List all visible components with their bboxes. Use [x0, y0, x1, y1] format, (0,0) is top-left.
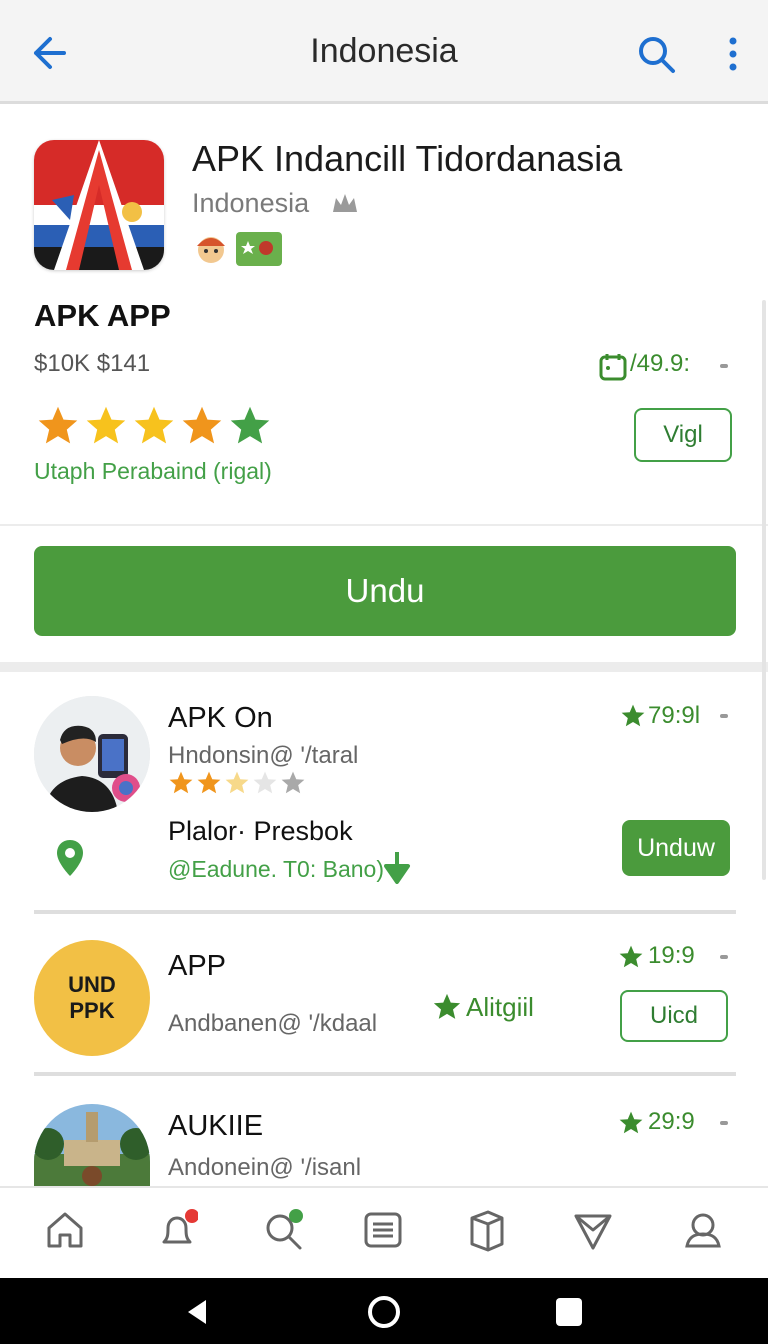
bottom-navigation [0, 1186, 768, 1278]
game-badge-icon [236, 232, 282, 266]
list-item-subtitle: Hndonsin@ '/taral [168, 742, 359, 769]
scrollbar[interactable] [762, 300, 766, 880]
star-icon [86, 406, 126, 444]
app-header-card: APK Indancill Tidordanasia Indonesia APK… [0, 114, 768, 526]
star-icon [230, 406, 270, 444]
price-text: $10K $141 [34, 350, 151, 377]
star-icon [182, 406, 222, 444]
install-button[interactable]: Uicd [620, 990, 728, 1042]
list-icon[interactable] [362, 1208, 404, 1252]
search-icon[interactable] [634, 32, 680, 78]
section-divider [0, 662, 768, 672]
list-item-rating: 29:9 [648, 1108, 695, 1135]
download-button[interactable]: Undu [34, 546, 736, 636]
star-icon [197, 771, 221, 794]
app-subtitle: Indonesia [192, 188, 310, 218]
date-text: /49.9: [630, 350, 691, 377]
place-detail: @Eadune. T0: Bano) [168, 856, 385, 882]
vigl-button[interactable]: Vigl [634, 408, 732, 462]
system-back-icon[interactable] [184, 1298, 210, 1326]
system-home-icon[interactable] [368, 1296, 400, 1328]
list-item-rating: 79:9l [648, 702, 701, 729]
list-item-subtitle: Andbanen@ '/kdaal [168, 1010, 378, 1037]
app-icon[interactable] [34, 140, 164, 270]
divider [34, 910, 736, 914]
app-label: APK APP [34, 298, 171, 333]
list-item-title: APP [168, 950, 227, 982]
arrow-down-icon [384, 852, 410, 884]
avatar-text-line2: PPK [69, 998, 115, 1023]
app-title: APK Indancill Tidordanasia [192, 138, 623, 179]
system-recents-icon[interactable] [556, 1298, 582, 1326]
place-name: Plalor· Presbok [168, 816, 353, 846]
download-section: Undu [0, 528, 768, 662]
list-item-subtitle: Andonein@ '/isanl [168, 1154, 362, 1181]
list-item-title: AUKIIE [168, 1110, 264, 1142]
notifications-icon[interactable] [156, 1208, 198, 1252]
rating-caption: Utaph Perabaind (rigal) [34, 458, 272, 484]
list-item-title: APK On [168, 702, 273, 734]
character-badge-icon [197, 237, 225, 263]
star-half-icon [225, 771, 249, 794]
separator-dot [720, 714, 728, 718]
star-icon [134, 406, 174, 444]
box-icon[interactable] [466, 1208, 508, 1252]
star-icon [433, 993, 461, 1019]
download-button[interactable]: Unduw [622, 820, 730, 876]
category-text: Alitgiil [466, 992, 534, 1022]
crown-icon [333, 194, 357, 212]
send-icon[interactable] [572, 1208, 614, 1252]
star-empty-icon [281, 771, 305, 794]
star-icon [38, 406, 78, 444]
app-bar: Indonesia [0, 0, 768, 104]
separator-dot [720, 364, 728, 368]
rating-stars [36, 404, 272, 448]
list-item-rating: 19:9 [648, 942, 695, 969]
location-pin-icon [57, 840, 83, 876]
star-icon [169, 771, 193, 794]
more-vert-icon[interactable] [722, 32, 744, 78]
profile-icon[interactable] [682, 1208, 724, 1252]
calendar-icon [599, 354, 627, 381]
star-empty-icon [253, 771, 277, 794]
separator-dot [720, 1121, 728, 1125]
divider [34, 1072, 736, 1076]
avatar-text-line1: UND [68, 972, 116, 997]
rating-stars [168, 770, 306, 796]
search-icon[interactable] [262, 1208, 304, 1252]
star-icon [619, 945, 643, 968]
star-icon [619, 1111, 643, 1134]
system-navigation-bar [0, 1278, 768, 1344]
separator-dot [720, 955, 728, 959]
avatar[interactable]: UND PPK [34, 940, 150, 1056]
home-icon[interactable] [44, 1208, 86, 1252]
star-icon [621, 704, 645, 727]
avatar[interactable] [34, 696, 150, 812]
